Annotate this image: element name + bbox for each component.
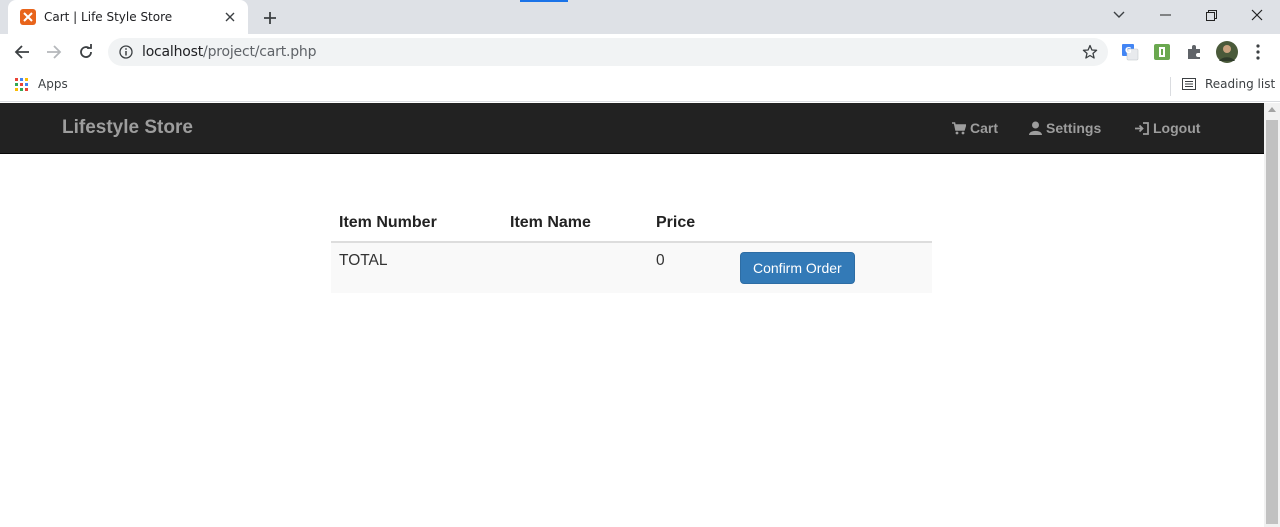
xampp-favicon-icon [20,9,36,25]
header-item-number: Item Number [331,202,502,243]
site-brand[interactable]: Lifestyle Store [62,117,193,139]
back-arrow-icon[interactable] [8,38,36,66]
browser-toolbar: localhost/project/cart.php G [0,34,1280,71]
total-label: TOTAL [331,242,502,293]
address-bar[interactable]: localhost/project/cart.php [108,38,1108,66]
nav-cart-link[interactable]: Cart [952,120,998,136]
site-navbar: Lifestyle Store Cart Settings Logout [0,103,1264,154]
site-info-icon[interactable] [119,45,133,59]
browser-tab-active[interactable]: Cart | Life Style Store [8,0,248,34]
confirm-cell: Confirm Order [732,242,932,293]
cart-table: Item Number Item Name Price TOTAL 0 Conf… [331,202,932,293]
user-icon [1029,121,1042,135]
page-scrollbar[interactable] [1264,103,1280,527]
header-action [732,202,932,243]
cart-header-row: Item Number Item Name Price [331,202,932,243]
confirm-order-button[interactable]: Confirm Order [740,252,855,284]
nav-logout-link[interactable]: Logout [1135,120,1200,136]
tab-title: Cart | Life Style Store [44,10,173,24]
profile-avatar[interactable] [1216,41,1238,63]
bookmark-star-icon[interactable] [1082,44,1098,60]
tab-search-icon[interactable] [1096,0,1142,30]
apps-label: Apps [38,77,68,91]
reload-icon[interactable] [72,38,100,66]
reading-list-label: Reading list [1205,77,1276,91]
menu-kebab-icon[interactable] [1248,42,1268,62]
tab-loading-indicator [520,0,568,2]
logout-icon [1135,121,1149,135]
cart-total-row: TOTAL 0 Confirm Order [331,242,932,293]
total-price: 0 [648,242,732,293]
bookmarks-bar: Apps Reading list [0,71,1280,102]
apps-bookmark[interactable]: Apps [15,77,68,91]
close-tab-icon[interactable] [222,9,238,25]
reading-list-button[interactable]: Reading list [1182,77,1275,91]
scrollbar-thumb[interactable] [1266,120,1278,524]
close-window-icon[interactable] [1234,0,1280,30]
total-name-cell [502,242,648,293]
svg-text:G: G [1125,46,1132,55]
reading-list-icon [1182,78,1196,90]
nav-settings-link[interactable]: Settings [1029,120,1101,136]
nav-cart-label: Cart [970,120,999,136]
minimize-icon[interactable] [1142,0,1188,30]
page-viewport: Lifestyle Store Cart Settings Logout Ite… [0,103,1264,527]
extension-green-icon[interactable] [1152,42,1172,62]
extensions-puzzle-icon[interactable] [1184,42,1204,62]
restore-icon[interactable] [1188,0,1234,30]
bookmarks-divider [1170,77,1171,96]
google-translate-icon[interactable]: G [1120,42,1140,62]
shopping-cart-icon [952,121,966,135]
scroll-up-arrow-icon[interactable] [1268,107,1276,112]
nav-logout-label: Logout [1153,120,1201,136]
forward-arrow-icon[interactable] [40,38,68,66]
nav-settings-label: Settings [1046,120,1102,136]
browser-tabstrip: Cart | Life Style Store [0,0,1280,34]
new-tab-icon[interactable] [259,7,281,29]
url-text: localhost/project/cart.php [142,44,317,60]
apps-grid-icon [15,77,28,91]
header-price: Price [648,202,732,243]
header-item-name: Item Name [502,202,648,243]
